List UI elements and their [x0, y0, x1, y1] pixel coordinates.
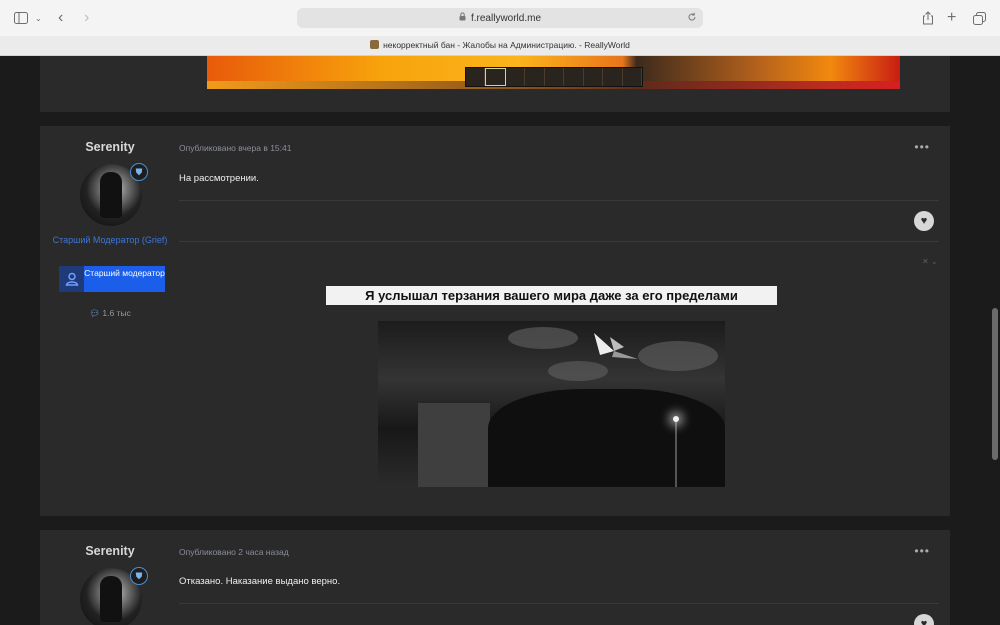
tab-bar: некорректный бан - Жалобы на Администрац…	[0, 36, 1000, 56]
signature-divider	[179, 241, 939, 242]
scrollbar-thumb[interactable]	[992, 308, 998, 460]
previous-post	[40, 56, 950, 112]
signature-image	[378, 321, 725, 487]
author-name[interactable]: Serenity	[40, 140, 180, 154]
signature-heading: Я услышал терзания вашего мира даже за е…	[326, 286, 777, 305]
heart-icon[interactable]: ♥	[914, 614, 934, 625]
reload-icon[interactable]	[687, 12, 697, 25]
forum-post: Serenity ⛊ Опубликовано 2 часа назад •••…	[40, 530, 950, 625]
post-meta[interactable]: Опубликовано вчера в 15:41	[179, 143, 291, 153]
post-body: Отказано. Наказание выдано верно.	[179, 576, 341, 587]
active-tab[interactable]: некорректный бан - Жалобы на Администрац…	[0, 40, 1000, 50]
favicon-icon	[370, 40, 380, 49]
post-meta[interactable]: Опубликовано 2 часа назад	[179, 547, 289, 557]
post-count: 💬︎ 1.6 тыс	[40, 308, 180, 319]
browser-toolbar: ⌄ ‹ › f.reallyworld.me +	[0, 0, 1000, 36]
badge-label: Старший модератор	[84, 266, 165, 292]
author-role: Старший Модератор (Grief)	[52, 235, 168, 245]
signature-banner-image	[207, 56, 900, 89]
sidebar-icon[interactable]	[14, 9, 28, 27]
post-divider	[179, 603, 939, 604]
chevron-left-icon[interactable]: ‹	[58, 9, 63, 27]
scrollbar[interactable]	[990, 56, 1000, 625]
post-body: На рассмотрении.	[179, 173, 259, 184]
post-count-value: 1.6 тыс	[102, 308, 131, 318]
share-icon[interactable]	[922, 9, 934, 27]
tabs-overview-icon[interactable]	[973, 9, 986, 27]
url-text: f.reallyworld.me	[470, 12, 542, 24]
role-badge: Старший модератор	[59, 266, 165, 292]
author-name[interactable]: Serenity	[40, 544, 180, 558]
ellipsis-icon[interactable]: •••	[914, 140, 930, 154]
shield-icon: ⛊	[130, 163, 148, 181]
heart-icon[interactable]: ♥	[914, 211, 934, 231]
signature-close-icon[interactable]: ✕ ⌄	[922, 257, 938, 266]
user-icon	[59, 266, 84, 292]
lock-icon	[459, 12, 466, 24]
chevron-right-icon[interactable]: ›	[84, 9, 89, 27]
chevron-down-icon[interactable]: ⌄	[35, 9, 42, 27]
shield-icon: ⛊	[130, 567, 148, 585]
post-divider	[179, 200, 939, 201]
forum-post: Serenity ⛊ Старший Модератор (Grief) Ста…	[40, 126, 950, 516]
tab-title: некорректный бан - Жалобы на Администрац…	[383, 40, 630, 50]
plus-icon[interactable]: +	[947, 9, 956, 27]
speech-bubble-icon: 💬︎	[89, 308, 100, 318]
address-bar[interactable]: f.reallyworld.me	[297, 8, 703, 28]
hotbar-image	[465, 67, 643, 87]
ellipsis-icon[interactable]: •••	[914, 544, 930, 558]
